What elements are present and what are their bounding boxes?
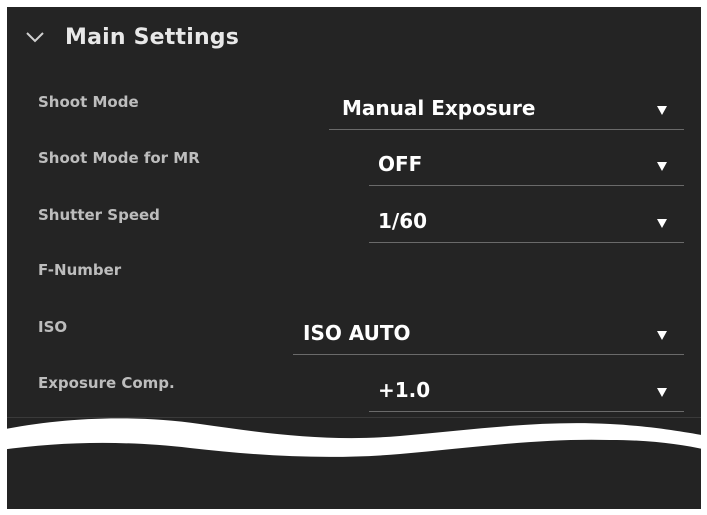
shoot-mode-label: Shoot Mode [38,93,139,111]
shoot-mode-value: Manual Exposure [342,96,536,120]
shoot-mode-for-mr-dropdown[interactable]: OFF [369,150,684,186]
exposure-comp-value: +1.0 [378,378,431,402]
chevron-down-icon[interactable] [25,30,45,44]
main-settings-section-header[interactable]: Main Settings [7,7,701,75]
exposure-comp-label: Exposure Comp. [38,374,175,392]
triangle-down-icon [657,106,667,115]
iso-dropdown[interactable]: ISO AUTO [293,319,684,355]
section-title: Main Settings [65,25,240,50]
shutter-speed-value: 1/60 [378,209,428,233]
shoot-mode-dropdown[interactable]: Manual Exposure [329,94,684,130]
f-number-label: F-Number [38,261,122,279]
iso-label: ISO [38,318,68,336]
triangle-down-icon [657,219,667,228]
shoot-mode-for-mr-label: Shoot Mode for MR [38,149,200,167]
shutter-speed-label: Shutter Speed [38,206,160,224]
shutter-speed-dropdown[interactable]: 1/60 [369,207,684,243]
exposure-comp-dropdown[interactable]: +1.0 [369,376,684,412]
shoot-mode-for-mr-value: OFF [378,152,423,176]
triangle-down-icon [657,162,667,171]
iso-value: ISO AUTO [303,321,411,345]
torn-edge-divider [0,418,707,457]
triangle-down-icon [657,331,667,340]
triangle-down-icon [657,388,667,397]
